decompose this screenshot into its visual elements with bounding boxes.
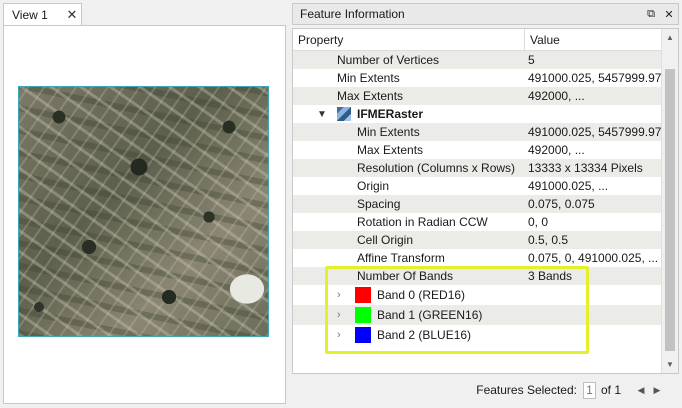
chevron-down-icon[interactable]: ▼ xyxy=(317,109,331,120)
feature-info-table: Property Value Number of Vertices 5 Min … xyxy=(292,28,679,374)
property-name: Spacing xyxy=(357,197,401,211)
table-row[interactable]: Max Extents 492000, ... xyxy=(293,141,663,159)
restore-icon[interactable]: ⧉ xyxy=(642,8,660,21)
raster-group-label: IFMERaster xyxy=(357,107,424,121)
band-color-swatch xyxy=(355,287,371,303)
raster-image[interactable] xyxy=(18,86,269,337)
property-rows: Number of Vertices 5 Min Extents 491000.… xyxy=(293,51,663,345)
property-name: Number of Vertices xyxy=(337,53,440,67)
band-color-swatch xyxy=(355,307,371,323)
property-name: Origin xyxy=(357,179,390,193)
selection-footer: Features Selected: 1 of 1 ◀ ▶ xyxy=(292,376,679,404)
table-row[interactable]: Number of Vertices 5 xyxy=(293,51,663,69)
property-value: 492000, ... xyxy=(528,89,585,103)
table-row[interactable]: Max Extents 492000, ... xyxy=(293,87,663,105)
property-value: 0.5, 0.5 xyxy=(528,233,569,247)
property-name: Affine Transform xyxy=(357,251,445,265)
property-name: Rotation in Radian CCW xyxy=(357,215,488,229)
property-name: Cell Origin xyxy=(357,233,414,247)
property-name: Min Extents xyxy=(357,125,420,139)
property-value: 0, 0 xyxy=(528,215,549,229)
band-color-swatch xyxy=(355,327,371,343)
property-value: 491000.025, 5457999.975 xyxy=(528,125,663,139)
property-name: Resolution (Columns x Rows) xyxy=(357,161,516,175)
property-name: Max Extents xyxy=(357,143,424,157)
raster-group-row[interactable]: ▼ IFMERaster xyxy=(293,105,663,123)
next-icon[interactable]: ▶ xyxy=(649,385,665,396)
table-row[interactable]: Resolution (Columns x Rows) 13333 x 1333… xyxy=(293,159,663,177)
feature-info-header: Feature Information ⧉ ✕ xyxy=(292,3,679,25)
band-label: Band 2 (BLUE16) xyxy=(377,328,472,342)
property-value: 0.075, 0, 491000.025, ... xyxy=(528,251,659,265)
raster-icon xyxy=(337,107,351,121)
vertical-scrollbar[interactable]: ▲ ▼ xyxy=(661,29,678,373)
property-value: 492000, ... xyxy=(528,143,585,157)
property-value: 491000.025, 5457999.975 xyxy=(528,71,663,85)
close-icon[interactable]: ✕ xyxy=(660,8,678,21)
table-row[interactable]: Min Extents 491000.025, 5457999.975 xyxy=(293,123,663,141)
table-row[interactable]: Number Of Bands 3 Bands xyxy=(293,267,663,285)
page-input[interactable]: 1 xyxy=(582,381,596,399)
close-icon[interactable]: ✕ xyxy=(63,7,81,23)
property-name: Number Of Bands xyxy=(357,269,454,283)
chevron-right-icon[interactable]: › xyxy=(337,329,351,341)
table-row[interactable]: Rotation in Radian CCW 0, 0 xyxy=(293,213,663,231)
column-header-value[interactable]: Value xyxy=(525,33,560,47)
property-value: 3 Bands xyxy=(528,269,573,283)
chevron-right-icon[interactable]: › xyxy=(337,309,351,321)
table-row[interactable]: Min Extents 491000.025, 5457999.975 xyxy=(293,69,663,87)
property-name: Max Extents xyxy=(337,89,404,103)
band-row[interactable]: › Band 0 (RED16) xyxy=(293,285,663,305)
table-row[interactable]: Affine Transform 0.075, 0, 491000.025, .… xyxy=(293,249,663,267)
chevron-right-icon[interactable]: › xyxy=(337,289,351,301)
column-headers: Property Value xyxy=(293,29,663,51)
property-name: Min Extents xyxy=(337,71,400,85)
band-label: Band 0 (RED16) xyxy=(377,288,466,302)
table-row[interactable]: Cell Origin 0.5, 0.5 xyxy=(293,231,663,249)
property-value: 13333 x 13334 Pixels xyxy=(528,161,643,175)
scroll-up-icon[interactable]: ▲ xyxy=(662,29,678,46)
features-selected-label: Features Selected: xyxy=(476,383,577,397)
scroll-thumb[interactable] xyxy=(665,69,675,351)
previous-icon[interactable]: ◀ xyxy=(633,385,649,396)
property-value: 0.075, 0.075 xyxy=(528,197,595,211)
band-row[interactable]: › Band 2 (BLUE16) xyxy=(293,325,663,345)
tab-view-1[interactable]: View 1 ✕ xyxy=(3,3,82,25)
band-label: Band 1 (GREEN16) xyxy=(377,308,483,322)
property-value: 491000.025, ... xyxy=(528,179,609,193)
view-canvas[interactable] xyxy=(3,25,286,404)
panel-title: Feature Information xyxy=(300,7,405,21)
band-row[interactable]: › Band 1 (GREEN16) xyxy=(293,305,663,325)
scroll-down-icon[interactable]: ▼ xyxy=(662,356,678,373)
table-row[interactable]: Spacing 0.075, 0.075 xyxy=(293,195,663,213)
page-count-label: of 1 xyxy=(600,383,621,397)
column-header-property[interactable]: Property xyxy=(293,29,525,50)
tab-view-1-label: View 1 xyxy=(12,7,48,22)
table-row[interactable]: Origin 491000.025, ... xyxy=(293,177,663,195)
property-value: 5 xyxy=(528,53,535,67)
